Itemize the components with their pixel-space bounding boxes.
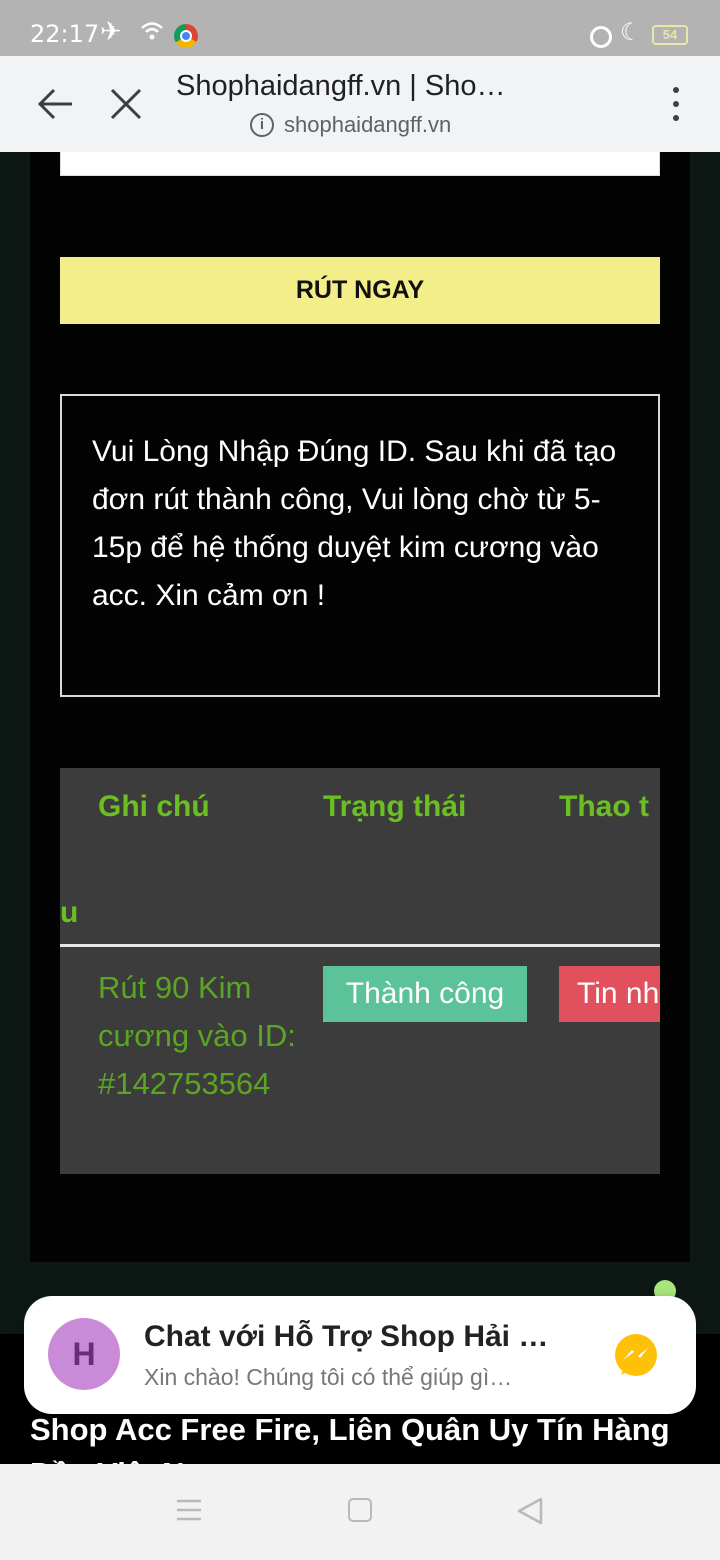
cell-note: Rút 90 Kim cương vào ID: #142753564 [98, 970, 296, 1101]
column-header-status: Trạng thái [323, 790, 467, 823]
notice-box: Vui Lòng Nhập Đúng ID. Sau khi đã tạo đơ… [60, 394, 660, 697]
navigation-bar [0, 1464, 720, 1560]
info-icon[interactable]: i [250, 113, 274, 137]
avatar: H [48, 1318, 120, 1390]
moon-icon: ☾ [620, 19, 642, 46]
column-header-note: Ghi chú [98, 790, 210, 823]
airplane-icon: ✈ [100, 16, 122, 46]
chat-widget[interactable]: H Chat với Hỗ Trợ Shop Hải … Xin chào! C… [24, 1296, 696, 1414]
column-header-action: Thao t [559, 790, 649, 823]
recent-apps-icon[interactable] [176, 1498, 202, 1522]
chrome-icon [174, 24, 198, 48]
id-input[interactable] [60, 152, 660, 176]
history-table: Ghi chú Trạng thái Thao t u Rút 90 Kim c… [60, 768, 660, 1174]
withdraw-button[interactable]: RÚT NGAY [60, 257, 660, 324]
more-options-icon[interactable] [668, 84, 684, 124]
wifi-icon [141, 22, 163, 40]
table-divider [60, 944, 660, 947]
url-bar[interactable]: i shophaidangff.vn [250, 112, 451, 138]
home-icon[interactable] [348, 1498, 372, 1522]
footer-title: Shop Acc Free Fire, Liên Quân Uy Tín Hàn… [30, 1412, 670, 1464]
column-header-truncated: u [60, 896, 79, 929]
close-icon[interactable] [108, 86, 144, 122]
battery-icon: 54 [652, 25, 688, 45]
page-title: Shophaidangff.vn | Sho… [176, 70, 506, 102]
url-text: shophaidangff.vn [284, 112, 452, 137]
chat-subtitle: Xin chào! Chúng tôi có thể giúp gì… [144, 1364, 513, 1390]
status-badge: Thành công [323, 966, 527, 1022]
back-arrow-icon[interactable] [36, 86, 76, 122]
browser-toolbar: Shophaidangff.vn | Sho… i shophaidangff.… [0, 56, 720, 152]
message-button[interactable]: Tin nh [559, 966, 660, 1022]
back-triangle-icon[interactable] [516, 1496, 544, 1526]
status-bar: 22:17 ✈ ☾ 54 [0, 0, 720, 56]
messenger-icon[interactable] [612, 1332, 660, 1380]
status-time: 22:17 [30, 20, 100, 48]
dnd-icon [590, 26, 612, 48]
chat-title: Chat với Hỗ Trợ Shop Hải … [144, 1320, 549, 1353]
